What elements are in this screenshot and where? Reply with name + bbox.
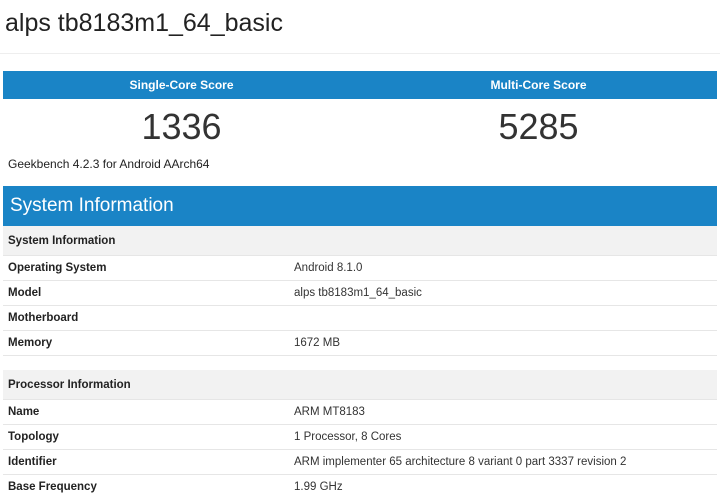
row-key: Identifier [3, 449, 289, 475]
row-key: Topology [3, 424, 289, 450]
row-value: alps tb8183m1_64_basic [289, 280, 717, 306]
page-title: alps tb8183m1_64_basic [5, 9, 283, 37]
table-row: Name ARM MT8183 [3, 399, 717, 425]
section-header-system-information: System Information [3, 186, 717, 226]
score-header: Single-Core Score Multi-Core Score [3, 71, 717, 99]
table-row: Memory 1672 MB [3, 330, 717, 356]
table-row: Motherboard [3, 305, 717, 331]
benchmark-version: Geekbench 4.2.3 for Android AArch64 [8, 157, 210, 171]
table-row: Base Frequency 1.99 GHz [3, 474, 717, 499]
table-row: Topology 1 Processor, 8 Cores [3, 424, 717, 450]
table-spacer [3, 355, 717, 370]
table-row: Operating System Android 8.1.0 [3, 255, 717, 281]
single-core-score-value: 1336 [141, 106, 222, 147]
row-value: ARM implementer 65 architecture 8 varian… [289, 449, 717, 475]
group-label-system: System Information [3, 226, 717, 256]
row-value: Android 8.1.0 [289, 255, 717, 281]
table-row: Identifier ARM implementer 65 architectu… [3, 449, 717, 475]
row-key: Operating System [3, 255, 289, 281]
row-key: Memory [3, 330, 289, 356]
table-row: Model alps tb8183m1_64_basic [3, 280, 717, 306]
row-key: Motherboard [3, 305, 289, 331]
single-core-score-label: Single-Core Score [129, 78, 234, 92]
title-divider [0, 53, 720, 54]
row-key: Base Frequency [3, 474, 289, 499]
table-group-header: System Information [3, 226, 717, 256]
table-group-header: Processor Information [3, 370, 717, 400]
multi-core-score-label: Multi-Core Score [490, 78, 587, 92]
row-value: ARM MT8183 [289, 399, 717, 425]
system-info-table: System Information Operating System Andr… [3, 226, 717, 499]
score-values: 1336 5285 [3, 100, 717, 154]
row-key: Name [3, 399, 289, 425]
row-value: 1.99 GHz [289, 474, 717, 499]
row-value [289, 305, 717, 331]
row-value: 1672 MB [289, 330, 717, 356]
group-label-processor: Processor Information [3, 370, 717, 400]
row-value: 1 Processor, 8 Cores [289, 424, 717, 450]
row-key: Model [3, 280, 289, 306]
multi-core-score-value: 5285 [498, 106, 579, 147]
